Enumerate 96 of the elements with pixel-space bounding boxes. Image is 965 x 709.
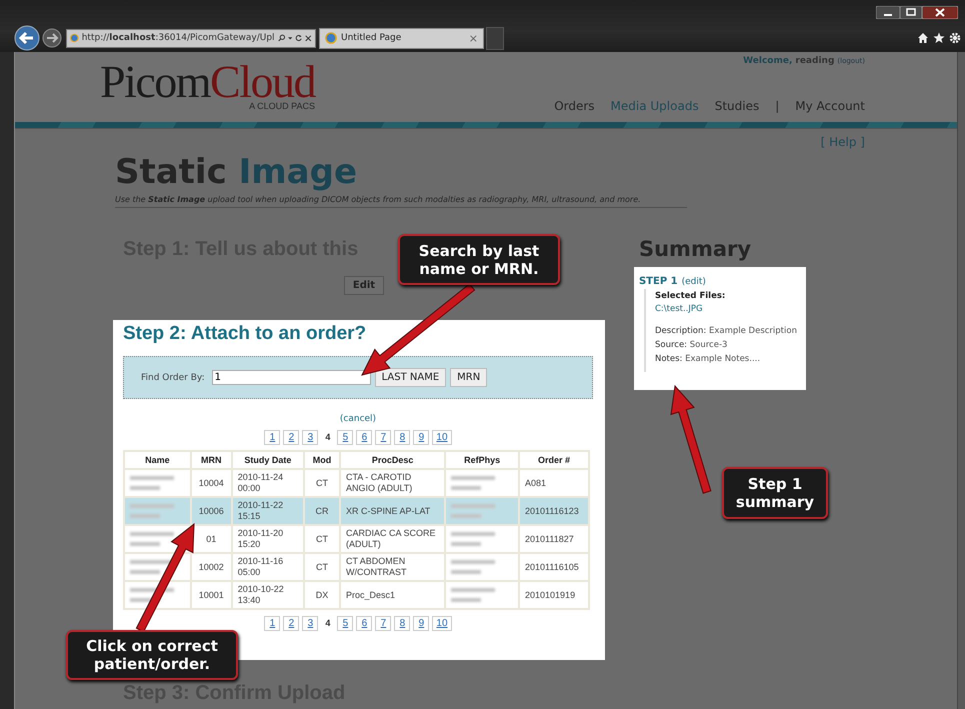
close-button[interactable] <box>922 6 958 19</box>
page-link[interactable]: 7 <box>375 616 392 631</box>
page-link[interactable]: 10 <box>432 616 452 631</box>
column-header: Mod <box>304 451 340 469</box>
detail-line: Source: Source-3 <box>654 339 728 352</box>
maximize-button[interactable] <box>900 6 922 19</box>
browser-tab[interactable]: Untitled Page × <box>319 28 484 48</box>
table-cell: 20101116123 <box>525 506 579 516</box>
table-cell: CTA - CAROTID ANGIO (ADULT) <box>346 472 412 493</box>
nav-link[interactable]: My Account <box>795 99 865 113</box>
table-cell: 2010-11-22 15:15 <box>238 500 284 521</box>
column-header: ProcDesc <box>340 451 446 469</box>
column-header: Order # <box>519 451 589 469</box>
table-cell: 10004 <box>198 478 224 488</box>
table-cell: DX <box>316 590 328 600</box>
callout-box: Click on correct patient/order. <box>66 630 238 680</box>
page-link[interactable]: 2 <box>283 616 300 631</box>
scrollbar[interactable] <box>957 52 965 709</box>
nav-separator: | <box>775 99 780 113</box>
page-link[interactable]: 6 <box>356 616 372 631</box>
minimize-button[interactable] <box>876 6 900 19</box>
page-link[interactable]: 6 <box>356 430 372 445</box>
search-button[interactable]: MRN <box>450 368 488 387</box>
step-label: STEP 1 <box>638 276 678 287</box>
callout-box: Step 1 summary <box>722 467 828 519</box>
star-icon[interactable] <box>933 32 945 44</box>
page-link[interactable]: 10 <box>432 430 452 445</box>
home-icon[interactable] <box>917 32 929 44</box>
table-cell: 10006 <box>198 506 224 516</box>
detail-line: Description: Example Description <box>654 325 798 338</box>
page-link[interactable]: 2 <box>283 430 300 445</box>
column-header: Study Date <box>232 451 304 469</box>
files-label: Selected Files: <box>654 290 726 303</box>
search-button[interactable]: LAST NAME <box>374 368 446 387</box>
globe-icon <box>325 32 337 44</box>
table-cell: 01 <box>206 534 216 544</box>
page-link[interactable]: 5 <box>337 616 354 631</box>
find-label: Find Order By: <box>140 372 205 382</box>
cancel-link[interactable]: (cancel) <box>340 414 376 424</box>
page-link[interactable]: 9 <box>413 616 430 631</box>
page-link[interactable]: 3 <box>302 616 318 631</box>
table-cell: 2010-11-24 00:00 <box>238 472 284 493</box>
page-link[interactable]: 9 <box>413 430 430 445</box>
search-icon[interactable] <box>278 33 285 43</box>
table-cell: CT ABDOMEN W/CONTRAST <box>346 556 406 577</box>
current-page: 4 <box>324 617 332 630</box>
page-link[interactable]: 1 <box>264 616 280 631</box>
table-cell: CR <box>316 506 328 516</box>
column-header: RefPhys <box>445 451 520 469</box>
page-link[interactable]: 1 <box>264 430 280 445</box>
table-cell: CT <box>316 534 328 544</box>
table-cell: 2010101919 <box>525 590 576 600</box>
edit-link[interactable]: (edit) <box>682 277 706 287</box>
globe-icon <box>70 32 79 44</box>
table-cell: 2010111827 <box>525 534 574 544</box>
forward-button[interactable] <box>42 27 64 49</box>
nav-link[interactable]: Studies <box>714 99 760 113</box>
callout-box: Search by last name or MRN. <box>398 234 560 285</box>
current-page: 4 <box>324 431 332 444</box>
user-name: reading <box>795 56 834 66</box>
edit-button[interactable]: Edit <box>344 276 384 295</box>
page-link[interactable]: 8 <box>394 430 410 445</box>
table-row[interactable]: 10006 2010-11-22 15:15 CR XR C-SPINE AP-LAT 20101116123 <box>124 497 589 525</box>
table-cell: XR C-SPINE AP-LAT <box>346 506 430 516</box>
detail-line: Notes: Example Notes.... <box>654 353 762 366</box>
settings-icon[interactable] <box>949 32 961 44</box>
table-cell: 2010-11-20 15:20 <box>238 528 284 549</box>
page-link[interactable]: 5 <box>337 430 354 445</box>
table-cell: 2010-11-16 05:00 <box>238 556 284 577</box>
summary-heading: Summary <box>638 236 752 262</box>
column-header: MRN <box>190 451 232 469</box>
table-cell: 10002 <box>198 562 224 572</box>
file-link[interactable]: C:\test..JPG <box>654 303 801 316</box>
search-field[interactable]: 1 <box>212 370 371 385</box>
logo[interactable]: PicomCloud <box>100 60 316 104</box>
stop-icon[interactable] <box>305 33 312 43</box>
table-cell: Proc_Desc1 <box>346 590 395 600</box>
page-subtitle: Use the Static Image upload tool when uploading DICOM objects from such modalties as radiography, MRI, ultrasound, and more. <box>114 191 687 208</box>
table-cell: 10001 <box>198 590 224 600</box>
column-header: Name <box>124 451 191 469</box>
table-cell: A081 <box>525 478 546 488</box>
page-title: Static Image <box>114 153 358 191</box>
back-button[interactable] <box>14 25 42 51</box>
page-link[interactable]: 7 <box>375 430 392 445</box>
table-cell: 2010-10-22 13:40 <box>238 584 284 605</box>
step-heading: Step 2: Attach to an order? <box>122 322 366 346</box>
welcome-text: Welcome, <box>743 56 792 66</box>
table-cell: CT <box>316 478 328 488</box>
nav-link[interactable]: Orders <box>554 99 595 113</box>
page-link[interactable]: 3 <box>302 430 318 445</box>
refresh-icon[interactable] <box>295 33 302 43</box>
table-cell: CT <box>316 562 328 572</box>
table-cell: CARDIAC CA SCORE (ADULT) <box>346 528 436 549</box>
table-cell: 20101116105 <box>525 562 579 572</box>
logo-tagline: A CLOUD PACS <box>249 101 316 111</box>
page-link[interactable]: 8 <box>394 616 410 631</box>
